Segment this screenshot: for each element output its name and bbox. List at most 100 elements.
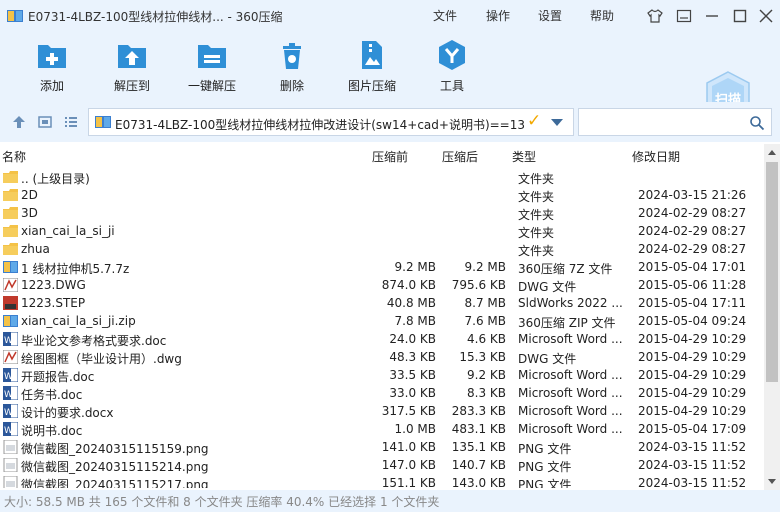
menu-settings[interactable]: 设置	[538, 7, 562, 24]
extract-icon	[118, 45, 146, 68]
word-icon: W	[3, 422, 18, 436]
file-row[interactable]: W 任务书.doc 33.0 KB 8.3 KB Microsoft Word ... 2…	[0, 384, 764, 402]
file-size: 40.8 MB	[386, 296, 436, 310]
file-modified: 2024-03-15 11:52	[638, 476, 747, 488]
title-bar: E0731-4LBZ-100型线材拉伸线材... - 360压缩 文件 操作 设…	[0, 0, 780, 32]
column-name[interactable]: 名称	[2, 148, 26, 165]
path-combobox[interactable]: E0731-4LBZ-100型线材拉伸线材拉伸改进设计(sw14+cad+说明书…	[88, 108, 574, 136]
file-name: xian_cai_la_si_ji.zip	[21, 314, 136, 328]
menu-action[interactable]: 操作	[486, 7, 510, 24]
file-row[interactable]: 绘图图框（毕业设计用）.dwg 48.3 KB 15.3 KB DWG 文件 2015-…	[0, 348, 764, 366]
dwg-icon	[3, 278, 18, 292]
file-compressed-size: 140.7 KB	[451, 458, 506, 472]
tools-icon	[439, 40, 465, 70]
list-view-icon[interactable]	[63, 114, 79, 130]
feedback-icon[interactable]	[676, 8, 692, 24]
archive-icon	[3, 261, 18, 273]
file-size: 33.0 KB	[389, 386, 436, 400]
file-name: 3D	[21, 206, 38, 220]
file-type: Microsoft Word ...	[518, 386, 623, 400]
column-size[interactable]: 压缩前	[372, 148, 408, 165]
file-row[interactable]: 1223.DWG 874.0 KB 795.6 KB DWG 文件 2015-05-06…	[0, 276, 764, 294]
file-row[interactable]: W 开题报告.doc 33.5 KB 9.2 KB Microsoft Word ...…	[0, 366, 764, 384]
image-compress-icon	[362, 41, 382, 69]
file-row[interactable]: W 毕业论文参考格式要求.doc 24.0 KB 4.6 KB Microsoft Wo…	[0, 330, 764, 348]
file-name: 微信截图_20240315115217.png	[21, 478, 209, 488]
file-compressed-size: 795.6 KB	[451, 278, 506, 292]
column-type[interactable]: 类型	[512, 148, 536, 165]
file-type: 文件夹	[518, 244, 555, 258]
file-row[interactable]: 1223.STEP 40.8 MB 8.7 MB SldWorks 2022 ... 2…	[0, 294, 764, 312]
file-compressed-size: 135.1 KB	[451, 440, 506, 454]
search-input[interactable]	[578, 108, 772, 136]
file-name: 毕业论文参考格式要求.doc	[21, 334, 167, 348]
file-row[interactable]: W 说明书.doc 1.0 MB 483.1 KB Microsoft Word ...…	[0, 420, 764, 438]
minimize-icon[interactable]	[704, 8, 720, 24]
file-modified: 2015-05-06 11:28	[638, 278, 747, 292]
column-header: 名称 压缩前 压缩后 类型 修改日期	[0, 144, 764, 168]
file-name: 开题报告.doc	[21, 370, 95, 384]
image-icon	[3, 458, 18, 472]
scroll-thumb[interactable]	[766, 162, 778, 382]
file-row[interactable]: W 设计的要求.docx 317.5 KB 283.3 KB Microsoft Wor…	[0, 402, 764, 420]
skin-icon[interactable]	[647, 8, 663, 24]
file-row[interactable]: 微信截图_20240315115214.png 147.0 KB 140.7 KB P…	[0, 456, 764, 474]
status-text: 大小: 58.5 MB 共 165 个文件和 8 个文件夹 压缩率 40.4% …	[4, 495, 440, 509]
file-modified: 2015-05-04 09:24	[638, 314, 747, 328]
file-row[interactable]: 2D 文件夹 2024-03-15 21:26	[0, 186, 764, 204]
word-icon: W	[3, 368, 18, 382]
column-modified[interactable]: 修改日期	[632, 148, 680, 165]
menu-file[interactable]: 文件	[433, 7, 457, 24]
file-row[interactable]: 微信截图_20240315115217.png 151.1 KB 143.0 KB P…	[0, 474, 764, 488]
menu-help[interactable]: 帮助	[590, 7, 614, 24]
file-modified: 2015-05-04 17:11	[638, 296, 747, 310]
file-name: 绘图图框（毕业设计用）.dwg	[21, 352, 182, 366]
extract-to-button[interactable]: 解压到	[96, 38, 168, 96]
add-button[interactable]: 添加	[16, 38, 88, 96]
one-click-extract-button[interactable]: 一键解压	[176, 38, 248, 96]
tools-button[interactable]: 工具	[416, 38, 488, 96]
file-name: 1 线材拉伸机5.7.7z	[21, 262, 130, 276]
path-text: E0731-4LBZ-100型线材拉伸线材拉伸改进设计(sw14+cad+说明书…	[115, 118, 525, 132]
close-icon[interactable]	[758, 8, 774, 24]
folder-icon	[3, 225, 18, 237]
file-modified: 2015-05-04 17:09	[638, 422, 747, 436]
app-logo-icon	[7, 10, 23, 22]
svg-text:W: W	[4, 336, 13, 346]
vertical-scrollbar[interactable]	[764, 144, 780, 490]
file-size: 48.3 KB	[389, 350, 436, 364]
column-compressed[interactable]: 压缩后	[442, 148, 478, 165]
dwg-icon	[3, 350, 18, 364]
file-type: 文件夹	[518, 226, 555, 240]
file-row[interactable]: 微信截图_20240315115159.png 141.0 KB 135.1 KB P…	[0, 438, 764, 456]
file-row[interactable]: zhua 文件夹 2024-02-29 08:27	[0, 240, 764, 258]
scroll-down-icon[interactable]	[768, 479, 776, 484]
file-row[interactable]: xian_cai_la_si_ji 文件夹 2024-02-29 08:27	[0, 222, 764, 240]
file-type: PNG 文件	[518, 460, 572, 474]
file-name: 任务书.doc	[21, 388, 83, 402]
file-compressed-size: 143.0 KB	[451, 476, 506, 488]
delete-label: 删除	[279, 79, 304, 93]
maximize-icon[interactable]	[732, 8, 748, 24]
scroll-up-icon[interactable]	[768, 150, 776, 155]
file-name: 说明书.doc	[21, 424, 83, 438]
file-row[interactable]: .. (上级目录) 文件夹	[0, 168, 764, 186]
file-list: .. (上级目录) 文件夹 2D 文件夹 2024-03-15 21:26 3D 文件夹 20…	[0, 168, 764, 488]
search-icon[interactable]	[749, 115, 765, 131]
file-size: 9.2 MB	[394, 260, 436, 274]
add-label: 添加	[39, 79, 64, 93]
trash-icon	[283, 43, 301, 69]
file-type: PNG 文件	[518, 478, 572, 488]
file-compressed-size: 7.6 MB	[464, 314, 506, 328]
thumbnail-view-icon[interactable]	[37, 114, 53, 130]
up-arrow-icon[interactable]	[11, 114, 27, 130]
file-compressed-size: 4.6 KB	[467, 332, 506, 346]
delete-button[interactable]: 删除	[256, 38, 328, 96]
file-row[interactable]: 3D 文件夹 2024-02-29 08:27	[0, 204, 764, 222]
step-icon	[3, 296, 18, 310]
image-compress-button[interactable]: 图片压缩	[336, 38, 408, 96]
path-dropdown-icon[interactable]	[551, 119, 563, 126]
file-row[interactable]: xian_cai_la_si_ji.zip 7.8 MB 7.6 MB 360压缩 Z…	[0, 312, 764, 330]
file-size: 874.0 KB	[381, 278, 436, 292]
file-row[interactable]: 1 线材拉伸机5.7.7z 9.2 MB 9.2 MB 360压缩 7Z 文件 2015…	[0, 258, 764, 276]
